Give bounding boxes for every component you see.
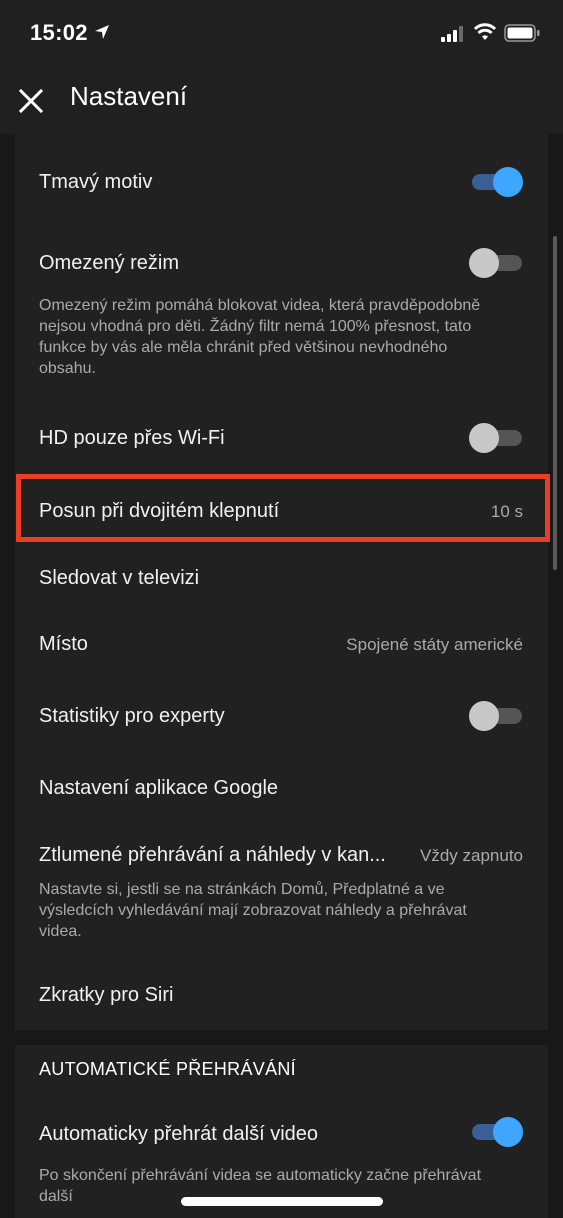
app-bar: Nastavení (0, 66, 563, 134)
autoplay-toggle[interactable] (469, 1117, 523, 1147)
setting-dark-theme[interactable]: Tmavý motiv (15, 134, 548, 234)
setting-label: Nastavení aplikace Google (39, 777, 279, 799)
location-arrow-icon (95, 25, 109, 39)
home-indicator[interactable] (181, 1197, 383, 1206)
setting-label: Tmavý motiv (39, 171, 153, 193)
close-icon[interactable] (16, 86, 46, 116)
setting-value: Vždy zapnuto (419, 846, 523, 865)
setting-label: Automaticky přehrát další video (39, 1123, 319, 1145)
restricted-mode-toggle[interactable] (469, 248, 523, 278)
settings-card: Tmavý motiv Omezený režim Omezený režim … (15, 134, 548, 1030)
setting-label: Sledovat v televizi (39, 567, 200, 589)
status-bar: 15:02 (0, 0, 563, 66)
setting-restricted-mode[interactable]: Omezený režim Omezený režim pomáhá bloko… (15, 234, 548, 399)
setting-stats-for-nerds[interactable]: Statistiky pro experty (15, 679, 548, 755)
wifi-icon (473, 23, 497, 40)
setting-location[interactable]: Místo Spojené státy americké (15, 611, 548, 679)
setting-label: Ztlumené přehrávání a náhledy v kan... (39, 844, 386, 866)
toggle-knob (469, 701, 499, 731)
autoplay-card: AUTOMATICKÉ PŘEHRÁVÁNÍ Automaticky přehr… (15, 1045, 548, 1218)
status-time: 15:02 (30, 20, 88, 45)
setting-label: HD pouze přes Wi-Fi (39, 427, 225, 449)
scrollbar[interactable] (553, 236, 557, 570)
setting-label: Zkratky pro Siri (39, 984, 174, 1006)
toggle-knob (469, 423, 499, 453)
stats-toggle[interactable] (469, 701, 523, 731)
page-title: Nastavení (70, 81, 188, 111)
setting-siri-shortcuts[interactable]: Zkratky pro Siri (15, 958, 548, 1030)
setting-description: Nastavte si, jestli se na stránkách Domů… (39, 881, 467, 940)
battery-icon (504, 24, 540, 42)
dark-theme-toggle[interactable] (469, 167, 523, 197)
highlight-frame (16, 474, 550, 542)
cellular-signal-icon (441, 26, 463, 42)
setting-watch-on-tv[interactable]: Sledovat v televizi (15, 543, 548, 611)
setting-google-app[interactable]: Nastavení aplikace Google (15, 755, 548, 823)
setting-hd-wifi-only[interactable]: HD pouze přes Wi-Fi (15, 399, 548, 475)
setting-label: Omezený režim (39, 252, 180, 274)
setting-muted-playback[interactable]: Ztlumené přehrávání a náhledy v kan... V… (15, 823, 548, 958)
setting-value: Spojené státy americké (346, 635, 523, 654)
toggle-knob (469, 248, 499, 278)
toggle-knob (493, 1117, 523, 1147)
setting-description: Omezený režim pomáhá blokovat videa, kte… (39, 297, 481, 377)
setting-label: Místo (39, 633, 88, 655)
hd-wifi-toggle[interactable] (469, 423, 523, 453)
section-header: AUTOMATICKÉ PŘEHRÁVÁNÍ (39, 1059, 296, 1079)
toggle-knob (493, 167, 523, 197)
setting-label: Statistiky pro experty (39, 705, 225, 727)
